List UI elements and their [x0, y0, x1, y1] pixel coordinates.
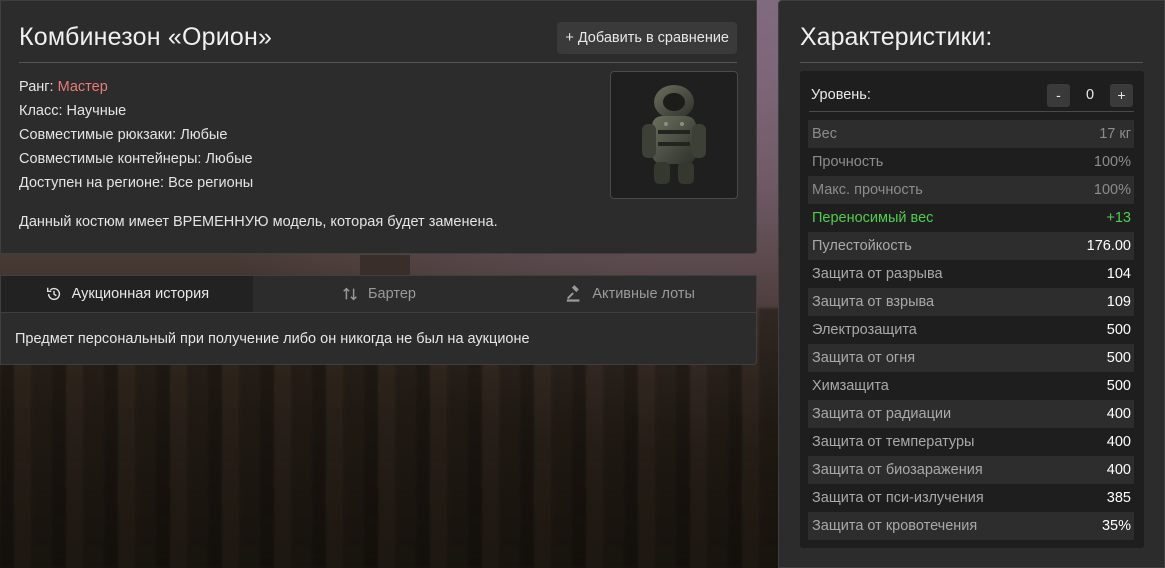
stat-value: 400: [1106, 434, 1131, 450]
item-image: [610, 71, 738, 199]
stat-name: Защита от биозаражения: [812, 462, 983, 478]
tab-barter[interactable]: Бартер: [253, 276, 505, 312]
gavel-icon: [567, 285, 580, 302]
stat-row: Прочность 100%: [808, 148, 1134, 176]
stat-name: Пулестойкость: [812, 238, 912, 254]
stat-name: Защита от кровотечения: [812, 518, 978, 534]
stat-row: Защита от биозаражения 400: [808, 456, 1134, 484]
item-title: Комбинезон «Орион»: [19, 23, 273, 51]
stat-name: Макс. прочность: [812, 182, 923, 198]
tab-barter-label: Бартер: [368, 286, 416, 302]
stat-value: 400: [1106, 462, 1131, 478]
level-row: Уровень: - 0 +: [811, 79, 1133, 111]
stat-value: +13: [1106, 210, 1131, 226]
stat-row: Защита от взрыва 109: [808, 288, 1134, 316]
backpacks-line: Совместимые рюкзаки: Любые: [19, 127, 228, 143]
stat-name: Защита от разрыва: [812, 266, 943, 282]
plus-icon: +: [565, 30, 574, 46]
auction-panel: Аукционная история Бартер Активные лоты …: [0, 275, 757, 365]
add-to-compare-button[interactable]: + Добавить в сравнение: [557, 22, 737, 54]
stat-name: Защита от огня: [812, 350, 916, 366]
stat-value: 100%: [1093, 182, 1131, 198]
stat-row: Защита от температуры 400: [808, 428, 1134, 456]
rank-value: Мастер: [57, 79, 108, 95]
item-properties: Ранг: Мастер Класс: Научные Совместимые …: [19, 75, 253, 195]
stat-value: 400: [1106, 406, 1131, 422]
characteristics-card: Характеристики: Уровень: - 0 + Вес 17 кг П…: [778, 0, 1165, 568]
stat-row: Макс. прочность 100%: [808, 176, 1134, 204]
background-tower: [360, 255, 410, 275]
stat-value: 17 кг: [1099, 126, 1131, 142]
level-divider: [809, 111, 1134, 112]
item-description: Данный костюм имеет ВРЕМЕННУЮ модель, ко…: [19, 214, 498, 230]
auction-message: Предмет персональный при получение либо …: [15, 331, 530, 347]
stat-row: Химзащита 500: [808, 372, 1134, 400]
stat-value: 176.00: [1086, 238, 1131, 254]
class-line: Класс: Научные: [19, 103, 127, 119]
swap-arrows-icon: [343, 287, 357, 301]
stat-row: Защита от огня 500: [808, 344, 1134, 372]
tab-bar: Аукционная история Бартер Активные лоты: [1, 276, 756, 313]
level-increase-button[interactable]: +: [1110, 83, 1133, 107]
characteristics-box: Уровень: - 0 + Вес 17 кг Прочность 100% Макс…: [800, 71, 1144, 548]
stat-value: 385: [1106, 490, 1131, 506]
stat-row: Вес 17 кг: [808, 120, 1134, 148]
stat-value: 104: [1106, 266, 1131, 282]
stat-value: 100%: [1093, 154, 1131, 170]
stat-value: 500: [1106, 322, 1131, 338]
stat-name: Защита от радиации: [812, 406, 952, 422]
tab-auction-history[interactable]: Аукционная история: [1, 276, 253, 312]
characteristics-title: Характеристики:: [800, 23, 993, 51]
stat-name: Химзащита: [812, 378, 889, 394]
suit-image-icon: [642, 85, 706, 184]
tab-auction-history-label: Аукционная история: [71, 286, 210, 302]
stat-name: Защита от взрыва: [812, 294, 935, 310]
stat-name: Электрозащита: [812, 322, 917, 338]
level-label: Уровень:: [811, 87, 871, 103]
characteristics-divider: [800, 62, 1143, 63]
stat-name: Вес: [812, 126, 837, 142]
stat-name: Прочность: [812, 154, 884, 170]
stat-value: 500: [1106, 378, 1131, 394]
stat-name: Переносимый вес: [812, 210, 934, 226]
stat-row: Пулестойкость 176.00: [808, 232, 1134, 260]
stat-row: Защита от кровотечения 35%: [808, 512, 1134, 540]
stat-row: Защита от пси-излучения 385: [808, 484, 1134, 512]
stat-name: Защита от температуры: [812, 434, 975, 450]
stat-value: 109: [1106, 294, 1131, 310]
level-decrease-button[interactable]: -: [1047, 83, 1070, 107]
title-divider: [19, 62, 737, 63]
tab-active-lots-label: Активные лоты: [592, 286, 695, 302]
level-value: 0: [1085, 87, 1095, 103]
stat-name: Защита от пси-излучения: [812, 490, 984, 506]
stat-row: Защита от разрыва 104: [808, 260, 1134, 288]
stat-row: Защита от радиации 400: [808, 400, 1134, 428]
stat-value: 500: [1106, 350, 1131, 366]
stat-list: Вес 17 кг Прочность 100% Макс. прочность 100%…: [808, 120, 1134, 540]
rank-label: Ранг:: [19, 79, 54, 95]
containers-line: Совместимые контейнеры: Любые: [19, 151, 253, 167]
add-to-compare-label: Добавить в сравнение: [577, 30, 729, 46]
history-icon: [46, 287, 60, 301]
tab-active-lots[interactable]: Активные лоты: [504, 276, 756, 312]
stat-row: Переносимый вес +13: [808, 204, 1134, 232]
stat-row: Электрозащита 500: [808, 316, 1134, 344]
region-line: Доступен на регионе: Все регионы: [19, 175, 254, 191]
rank-line: Ранг: Мастер: [19, 75, 253, 99]
stat-value: 35%: [1101, 518, 1131, 534]
item-card: Комбинезон «Орион» + Добавить в сравнени…: [0, 0, 757, 254]
